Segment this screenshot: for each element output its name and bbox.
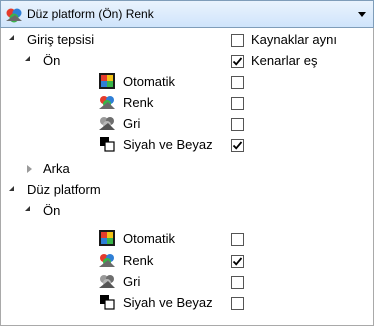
chevron-down-icon[interactable]: [358, 12, 366, 17]
giris-renk-checkbox[interactable]: [231, 97, 244, 110]
kaynaklar-ayni-label: Kaynaklar aynı: [251, 32, 337, 47]
list-item-label: Otomatik: [123, 231, 176, 246]
tree-node-duz-platform[interactable]: Düz platform: [27, 182, 101, 198]
collapse-icon[interactable]: [25, 56, 30, 61]
checkmark-icon: [232, 257, 243, 266]
list-item-label: Siyah ve Beyaz: [123, 137, 213, 152]
collapse-icon[interactable]: [9, 186, 14, 191]
list-item-label: Renk: [123, 95, 154, 110]
kenarlar-es-checkbox[interactable]: [231, 55, 244, 68]
gray-mode-icon: [99, 275, 115, 288]
checkmark-icon: [232, 57, 243, 66]
giris-siyah-beyaz-checkbox[interactable]: [231, 139, 244, 152]
tree-node-giris-tepsisi[interactable]: Giriş tepsisi: [27, 32, 94, 48]
auto-mode-icon: [99, 230, 115, 246]
bw-mode-icon: [100, 295, 115, 310]
collapse-icon[interactable]: [25, 206, 30, 211]
tree-node-on[interactable]: Ön: [43, 203, 60, 219]
tree-node-arka[interactable]: Arka: [43, 161, 70, 177]
source-tree: Giriş tepsisi Kaynaklar aynı Ön Kenarlar…: [0, 28, 374, 326]
color-mode-icon: [99, 96, 115, 109]
scan-settings-panel: Düz platform (Ön) Renk Giriş tepsisi Kay…: [0, 0, 374, 326]
duz-gri-checkbox[interactable]: [231, 276, 244, 289]
color-scan-icon: [6, 8, 22, 23]
duz-siyah-beyaz-checkbox[interactable]: [231, 297, 244, 310]
source-dropdown-label: Düz platform (Ön) Renk: [27, 7, 154, 21]
tree-node-on[interactable]: Ön: [43, 53, 60, 69]
list-item-label: Renk: [123, 253, 154, 268]
bw-mode-icon: [100, 137, 115, 152]
list-item-label: Siyah ve Beyaz: [123, 295, 213, 310]
collapse-icon[interactable]: [9, 35, 14, 40]
kenarlar-es-label: Kenarlar eş: [251, 53, 318, 68]
auto-mode-icon: [99, 73, 115, 89]
kaynaklar-ayni-checkbox[interactable]: [231, 34, 244, 47]
gray-mode-icon: [99, 117, 115, 130]
list-item-label: Gri: [123, 274, 141, 289]
source-dropdown[interactable]: Düz platform (Ön) Renk: [0, 0, 374, 28]
color-mode-icon: [99, 254, 115, 267]
duz-otomatik-checkbox[interactable]: [231, 233, 244, 246]
duz-renk-checkbox[interactable]: [231, 255, 244, 268]
giris-otomatik-checkbox[interactable]: [231, 76, 244, 89]
expand-icon[interactable]: [27, 165, 32, 173]
giris-gri-checkbox[interactable]: [231, 118, 244, 131]
checkmark-icon: [232, 141, 243, 150]
list-item-label: Otomatik: [123, 74, 176, 89]
list-item-label: Gri: [123, 116, 141, 131]
